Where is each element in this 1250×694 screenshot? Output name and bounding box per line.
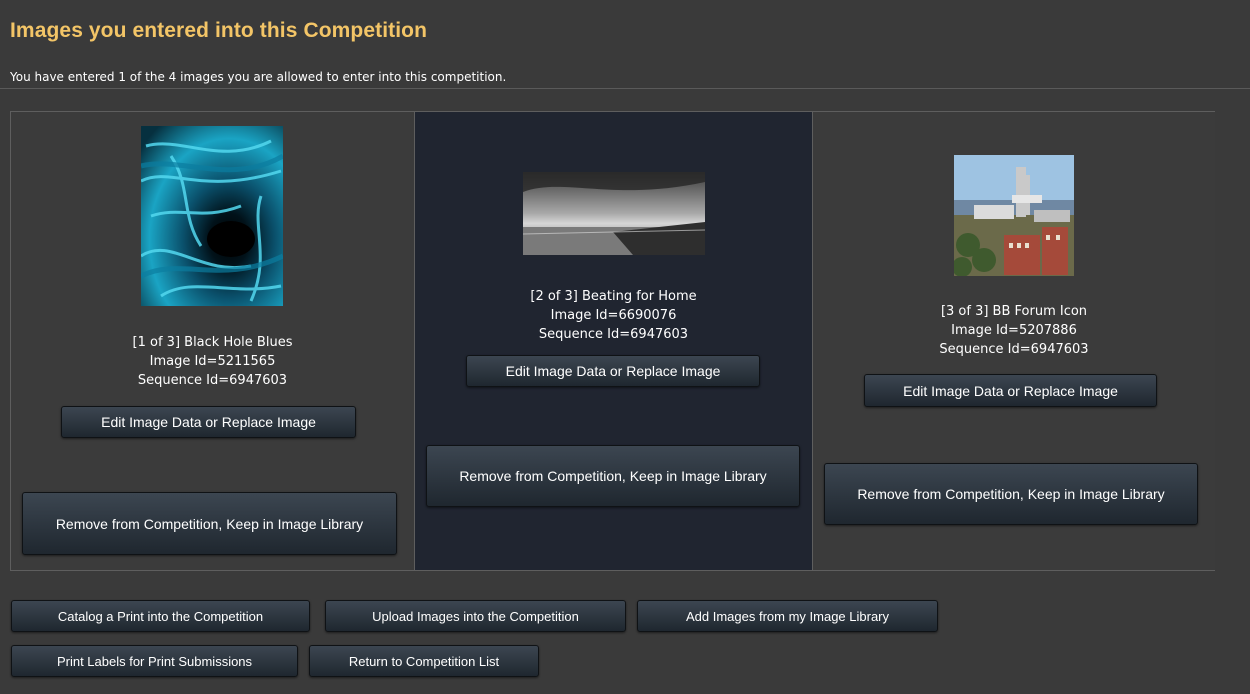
edit-image-button[interactable]: Edit Image Data or Replace Image: [466, 355, 760, 387]
catalog-print-button[interactable]: Catalog a Print into the Competition: [11, 600, 310, 632]
entry-title: [2 of 3] Beating for Home: [530, 289, 697, 304]
city-tower-photo-image[interactable]: [954, 155, 1074, 276]
entry-title: [3 of 3] BB Forum Icon: [940, 304, 1088, 319]
page-title: Images you entered into this Competition: [10, 19, 428, 42]
entry-title: [1 of 3] Black Hole Blues: [132, 335, 293, 350]
entry-image-id: Image Id=5211565: [149, 354, 276, 369]
print-labels-button[interactable]: Print Labels for Print Submissions: [11, 645, 298, 677]
entry-count-info: You have entered 1 of the 4 images you a…: [10, 70, 507, 84]
return-to-list-button[interactable]: Return to Competition List: [309, 645, 539, 677]
entry-card-2: [2 of 3] Beating for Home Image Id=66900…: [415, 112, 812, 570]
entries-grid: [1 of 3] Black Hole Blues Image Id=52115…: [10, 111, 1215, 571]
entry-caption: [1 of 3] Black Hole Blues Image Id=52115…: [11, 333, 414, 390]
entry-card-1: [1 of 3] Black Hole Blues Image Id=52115…: [11, 112, 415, 570]
edit-image-button[interactable]: Edit Image Data or Replace Image: [864, 374, 1157, 407]
remove-from-competition-button[interactable]: Remove from Competition, Keep in Image L…: [22, 492, 397, 555]
monochrome-sea-landscape-image[interactable]: [523, 172, 705, 255]
upload-images-button[interactable]: Upload Images into the Competition: [325, 600, 626, 632]
entry-sequence-id: Sequence Id=6947603: [137, 373, 288, 388]
entry-caption: [3 of 3] BB Forum Icon Image Id=5207886 …: [813, 302, 1215, 359]
add-from-library-button[interactable]: Add Images from my Image Library: [637, 600, 938, 632]
entry-sequence-id: Sequence Id=6947603: [538, 327, 689, 342]
competition-entries-page: Images you entered into this Competition…: [0, 0, 1250, 694]
entry-image-id: Image Id=5207886: [951, 323, 1077, 338]
entry-image-id: Image Id=6690076: [550, 308, 677, 323]
remove-from-competition-button[interactable]: Remove from Competition, Keep in Image L…: [824, 463, 1198, 525]
entry-card-3: [3 of 3] BB Forum Icon Image Id=5207886 …: [812, 112, 1215, 570]
remove-from-competition-button[interactable]: Remove from Competition, Keep in Image L…: [426, 445, 800, 507]
abstract-blue-swirl-image[interactable]: [141, 126, 283, 306]
entry-sequence-id: Sequence Id=6947603: [939, 342, 1089, 357]
edit-image-button[interactable]: Edit Image Data or Replace Image: [61, 406, 356, 438]
entry-caption: [2 of 3] Beating for Home Image Id=66900…: [415, 287, 812, 344]
header-divider: [0, 88, 1250, 89]
